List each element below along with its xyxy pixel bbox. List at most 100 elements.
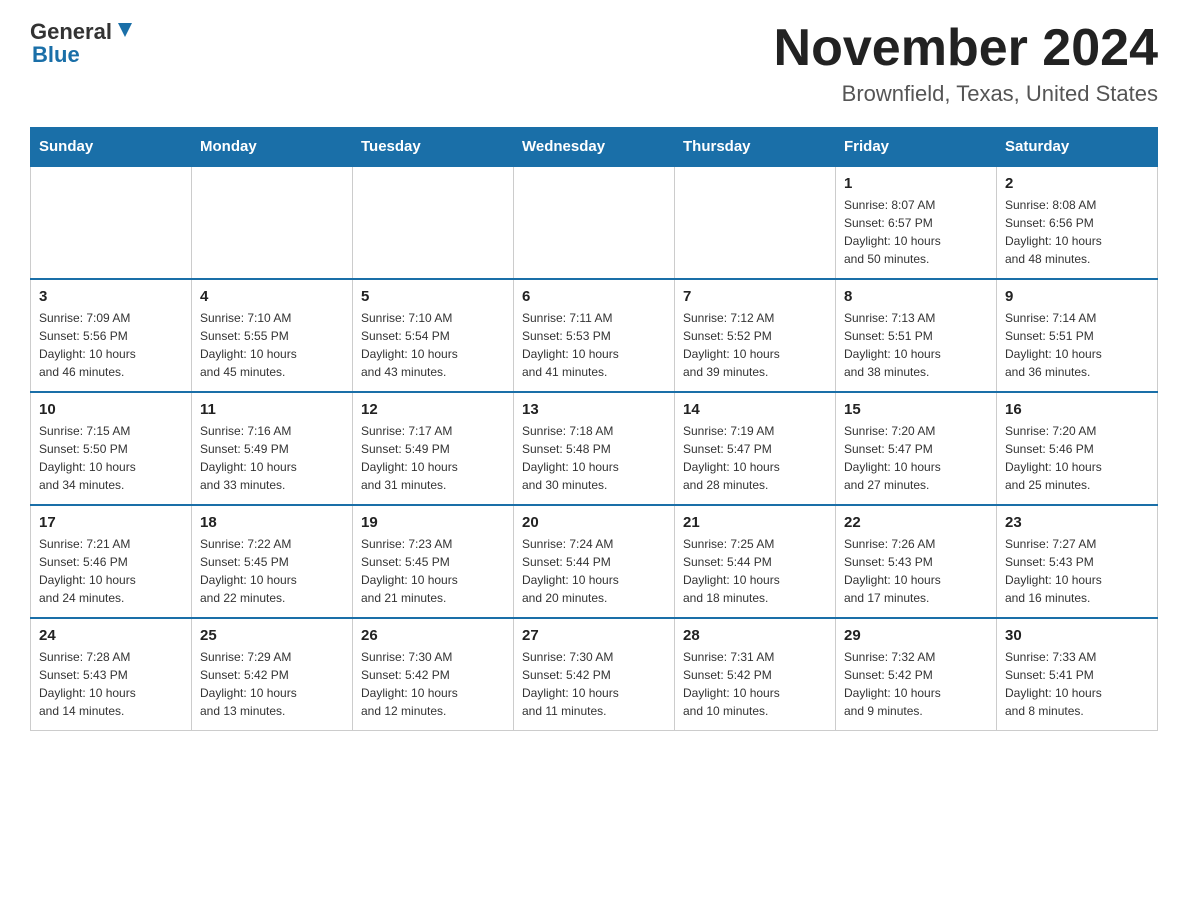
day-number: 12 <box>361 401 505 418</box>
calendar-week-row: 10 Sunrise: 7:15 AM Sunset: 5:50 PM Dayli… <box>31 392 1158 505</box>
calendar-cell: 6Sunrise: 7:11 AM Sunset: 5:53 PM Daylig… <box>514 279 675 392</box>
day-number: 24 <box>39 627 183 644</box>
day-info: Sunrise: 7:21 AM Sunset: 5:46 PM Dayligh… <box>39 535 183 607</box>
day-info: Sunrise: 8:07 AM Sunset: 6:57 PM Dayligh… <box>844 196 988 268</box>
calendar-week-row: 3Sunrise: 7:09 AM Sunset: 5:56 PM Daylig… <box>31 279 1158 392</box>
calendar-cell <box>675 166 836 279</box>
day-number: 27 <box>522 627 666 644</box>
day-info: Sunrise: 7:30 AM Sunset: 5:42 PM Dayligh… <box>361 648 505 720</box>
calendar-cell: 14Sunrise: 7:19 AM Sunset: 5:47 PM Dayli… <box>675 392 836 505</box>
day-info: Sunrise: 7:29 AM Sunset: 5:42 PM Dayligh… <box>200 648 344 720</box>
day-info: Sunrise: 7:25 AM Sunset: 5:44 PM Dayligh… <box>683 535 827 607</box>
calendar-cell: 5 Sunrise: 7:10 AM Sunset: 5:54 PM Daylig… <box>353 279 514 392</box>
day-info: Sunrise: 7:32 AM Sunset: 5:42 PM Dayligh… <box>844 648 988 720</box>
calendar-cell: 3Sunrise: 7:09 AM Sunset: 5:56 PM Daylig… <box>31 279 192 392</box>
header-thursday: Thursday <box>675 128 836 167</box>
day-info: Sunrise: 7:30 AM Sunset: 5:42 PM Dayligh… <box>522 648 666 720</box>
calendar-cell: 15 Sunrise: 7:20 AM Sunset: 5:47 PM Dayli… <box>836 392 997 505</box>
calendar-week-row: 24 Sunrise: 7:28 AM Sunset: 5:43 PM Dayli… <box>31 618 1158 731</box>
day-number: 16 <box>1005 401 1149 418</box>
day-number: 11 <box>200 401 344 418</box>
day-number: 28 <box>683 627 827 644</box>
day-info: Sunrise: 7:14 AM Sunset: 5:51 PM Dayligh… <box>1005 309 1149 381</box>
logo: General Blue <box>30 20 136 68</box>
calendar-cell: 25 Sunrise: 7:29 AM Sunset: 5:42 PM Dayli… <box>192 618 353 731</box>
day-info: Sunrise: 7:12 AM Sunset: 5:52 PM Dayligh… <box>683 309 827 381</box>
day-number: 30 <box>1005 627 1149 644</box>
day-number: 1 <box>844 175 988 192</box>
day-number: 26 <box>361 627 505 644</box>
calendar-cell: 9 Sunrise: 7:14 AM Sunset: 5:51 PM Daylig… <box>997 279 1158 392</box>
day-info: Sunrise: 7:10 AM Sunset: 5:54 PM Dayligh… <box>361 309 505 381</box>
calendar-cell: 19Sunrise: 7:23 AM Sunset: 5:45 PM Dayli… <box>353 505 514 618</box>
day-info: Sunrise: 7:10 AM Sunset: 5:55 PM Dayligh… <box>200 309 344 381</box>
calendar-cell: 16 Sunrise: 7:20 AM Sunset: 5:46 PM Dayli… <box>997 392 1158 505</box>
calendar-cell: 23 Sunrise: 7:27 AM Sunset: 5:43 PM Dayli… <box>997 505 1158 618</box>
calendar-cell <box>514 166 675 279</box>
day-number: 21 <box>683 514 827 531</box>
day-number: 29 <box>844 627 988 644</box>
calendar-cell: 11 Sunrise: 7:16 AM Sunset: 5:49 PM Dayli… <box>192 392 353 505</box>
header-tuesday: Tuesday <box>353 128 514 167</box>
calendar-cell: 24 Sunrise: 7:28 AM Sunset: 5:43 PM Dayli… <box>31 618 192 731</box>
calendar-cell: 4 Sunrise: 7:10 AM Sunset: 5:55 PM Daylig… <box>192 279 353 392</box>
day-info: Sunrise: 7:28 AM Sunset: 5:43 PM Dayligh… <box>39 648 183 720</box>
day-info: Sunrise: 8:08 AM Sunset: 6:56 PM Dayligh… <box>1005 196 1149 268</box>
day-info: Sunrise: 7:15 AM Sunset: 5:50 PM Dayligh… <box>39 422 183 494</box>
calendar-cell: 1 Sunrise: 8:07 AM Sunset: 6:57 PM Daylig… <box>836 166 997 279</box>
calendar-cell: 10 Sunrise: 7:15 AM Sunset: 5:50 PM Dayli… <box>31 392 192 505</box>
header-saturday: Saturday <box>997 128 1158 167</box>
day-info: Sunrise: 7:20 AM Sunset: 5:46 PM Dayligh… <box>1005 422 1149 494</box>
day-info: Sunrise: 7:17 AM Sunset: 5:49 PM Dayligh… <box>361 422 505 494</box>
day-info: Sunrise: 7:20 AM Sunset: 5:47 PM Dayligh… <box>844 422 988 494</box>
calendar-cell: 7 Sunrise: 7:12 AM Sunset: 5:52 PM Daylig… <box>675 279 836 392</box>
day-number: 22 <box>844 514 988 531</box>
calendar-subtitle: Brownfield, Texas, United States <box>774 81 1158 107</box>
calendar-cell: 18 Sunrise: 7:22 AM Sunset: 5:45 PM Dayli… <box>192 505 353 618</box>
header-sunday: Sunday <box>31 128 192 167</box>
calendar-title: November 2024 <box>774 20 1158 77</box>
day-number: 15 <box>844 401 988 418</box>
calendar-cell: 22 Sunrise: 7:26 AM Sunset: 5:43 PM Dayli… <box>836 505 997 618</box>
day-number: 17 <box>39 514 183 531</box>
day-number: 9 <box>1005 288 1149 305</box>
day-info: Sunrise: 7:13 AM Sunset: 5:51 PM Dayligh… <box>844 309 988 381</box>
calendar-cell: 21 Sunrise: 7:25 AM Sunset: 5:44 PM Dayli… <box>675 505 836 618</box>
day-number: 18 <box>200 514 344 531</box>
day-number: 8 <box>844 288 988 305</box>
calendar-cell: 27 Sunrise: 7:30 AM Sunset: 5:42 PM Dayli… <box>514 618 675 731</box>
day-info: Sunrise: 7:11 AM Sunset: 5:53 PM Dayligh… <box>522 309 666 381</box>
day-number: 3 <box>39 288 183 305</box>
day-number: 2 <box>1005 175 1149 192</box>
day-number: 4 <box>200 288 344 305</box>
calendar-week-row: 1 Sunrise: 8:07 AM Sunset: 6:57 PM Daylig… <box>31 166 1158 279</box>
day-number: 25 <box>200 627 344 644</box>
calendar-cell <box>192 166 353 279</box>
calendar-cell: 8 Sunrise: 7:13 AM Sunset: 5:51 PM Daylig… <box>836 279 997 392</box>
day-number: 19 <box>361 514 505 531</box>
logo-triangle-icon <box>114 19 136 41</box>
calendar-cell: 17 Sunrise: 7:21 AM Sunset: 5:46 PM Dayli… <box>31 505 192 618</box>
day-number: 23 <box>1005 514 1149 531</box>
calendar-cell: 13Sunrise: 7:18 AM Sunset: 5:48 PM Dayli… <box>514 392 675 505</box>
calendar-header-row: Sunday Monday Tuesday Wednesday Thursday… <box>31 128 1158 167</box>
day-info: Sunrise: 7:26 AM Sunset: 5:43 PM Dayligh… <box>844 535 988 607</box>
day-number: 7 <box>683 288 827 305</box>
day-info: Sunrise: 7:22 AM Sunset: 5:45 PM Dayligh… <box>200 535 344 607</box>
calendar-cell <box>31 166 192 279</box>
logo-general: General <box>30 20 112 44</box>
logo-blue: Blue <box>32 42 80 67</box>
day-info: Sunrise: 7:24 AM Sunset: 5:44 PM Dayligh… <box>522 535 666 607</box>
header-monday: Monday <box>192 128 353 167</box>
day-number: 13 <box>522 401 666 418</box>
calendar-cell: 28Sunrise: 7:31 AM Sunset: 5:42 PM Dayli… <box>675 618 836 731</box>
day-number: 10 <box>39 401 183 418</box>
header-wednesday: Wednesday <box>514 128 675 167</box>
day-number: 14 <box>683 401 827 418</box>
day-number: 5 <box>361 288 505 305</box>
day-info: Sunrise: 7:27 AM Sunset: 5:43 PM Dayligh… <box>1005 535 1149 607</box>
day-number: 20 <box>522 514 666 531</box>
calendar-cell: 29 Sunrise: 7:32 AM Sunset: 5:42 PM Dayli… <box>836 618 997 731</box>
day-info: Sunrise: 7:16 AM Sunset: 5:49 PM Dayligh… <box>200 422 344 494</box>
page-header: General Blue November 2024 Brownfield, T… <box>30 20 1158 107</box>
